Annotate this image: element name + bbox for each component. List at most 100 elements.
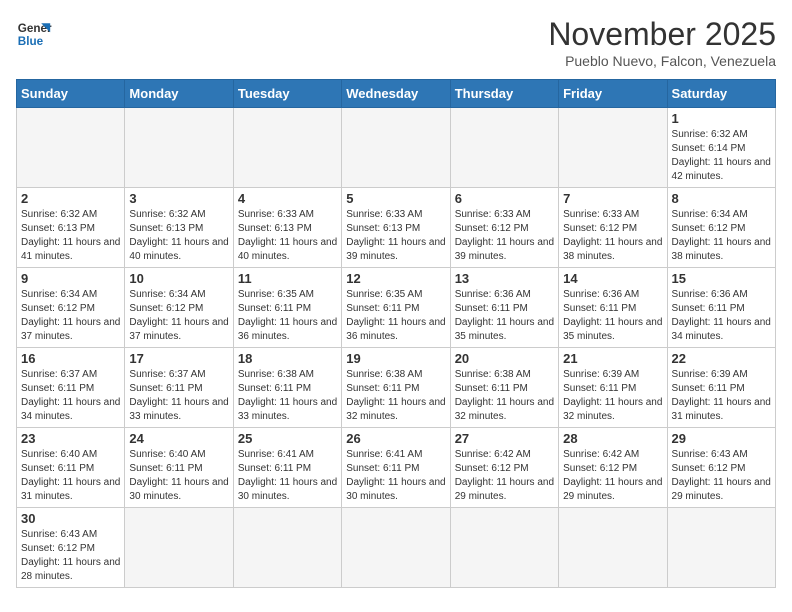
day-number: 4 (238, 191, 337, 206)
day-info: Sunrise: 6:35 AMSunset: 6:11 PMDaylight:… (346, 288, 445, 344)
calendar-day: 1 Sunrise: 6:32 AMSunset: 6:14 PMDaylight… (667, 108, 775, 188)
day-number: 14 (563, 271, 662, 286)
day-info: Sunrise: 6:38 AMSunset: 6:11 PMDaylight:… (346, 368, 445, 424)
empty-cell (559, 108, 667, 188)
logo-icon: General Blue (16, 16, 52, 52)
day-number: 6 (455, 191, 554, 206)
calendar-day: 18 Sunrise: 6:38 AMSunset: 6:11 PMDayligh… (233, 348, 341, 428)
title-area: November 2025 Pueblo Nuevo, Falcon, Vene… (548, 16, 776, 69)
weekday-header-row: Sunday Monday Tuesday Wednesday Thursday… (17, 80, 776, 108)
calendar-day: 4 Sunrise: 6:33 AMSunset: 6:13 PMDaylight… (233, 188, 341, 268)
day-number: 12 (346, 271, 445, 286)
calendar-week-row: 30Sunrise: 6:43 AMSunset: 6:12 PMDayligh… (17, 508, 776, 588)
calendar-day: 25Sunrise: 6:41 AMSunset: 6:11 PMDayligh… (233, 428, 341, 508)
empty-cell (233, 508, 341, 588)
calendar-day: 21 Sunrise: 6:39 AMSunset: 6:11 PMDayligh… (559, 348, 667, 428)
calendar-week-row: 23Sunrise: 6:40 AMSunset: 6:11 PMDayligh… (17, 428, 776, 508)
day-number: 15 (672, 271, 771, 286)
calendar-day: 30Sunrise: 6:43 AMSunset: 6:12 PMDayligh… (17, 508, 125, 588)
calendar-day: 6Sunrise: 6:33 AMSunset: 6:12 PMDaylight… (450, 188, 558, 268)
day-info: Sunrise: 6:43 AMSunset: 6:12 PMDaylight:… (672, 448, 771, 504)
day-number: 21 (563, 351, 662, 366)
empty-cell (17, 108, 125, 188)
calendar-day: 17 Sunrise: 6:37 AMSunset: 6:11 PMDayligh… (125, 348, 233, 428)
calendar-day: 27 Sunrise: 6:42 AMSunset: 6:12 PMDayligh… (450, 428, 558, 508)
day-info: Sunrise: 6:39 AMSunset: 6:11 PMDaylight:… (672, 368, 771, 424)
day-number: 8 (672, 191, 771, 206)
calendar-table: Sunday Monday Tuesday Wednesday Thursday… (16, 79, 776, 588)
col-saturday: Saturday (667, 80, 775, 108)
calendar-day: 29 Sunrise: 6:43 AMSunset: 6:12 PMDayligh… (667, 428, 775, 508)
day-number: 29 (672, 431, 771, 446)
day-info: Sunrise: 6:37 AMSunset: 6:11 PMDaylight:… (21, 368, 120, 424)
day-info: Sunrise: 6:33 AMSunset: 6:13 PMDaylight:… (238, 208, 337, 264)
day-number: 5 (346, 191, 445, 206)
calendar-week-row: 9Sunrise: 6:34 AMSunset: 6:12 PMDaylight… (17, 268, 776, 348)
calendar-day: 15 Sunrise: 6:36 AMSunset: 6:11 PMDayligh… (667, 268, 775, 348)
day-info: Sunrise: 6:32 AMSunset: 6:14 PMDaylight:… (672, 128, 771, 184)
day-number: 11 (238, 271, 337, 286)
col-thursday: Thursday (450, 80, 558, 108)
month-title: November 2025 (548, 16, 776, 53)
day-number: 24 (129, 431, 228, 446)
day-number: 22 (672, 351, 771, 366)
day-number: 17 (129, 351, 228, 366)
day-info: Sunrise: 6:32 AMSunset: 6:13 PMDaylight:… (21, 208, 120, 264)
day-info: Sunrise: 6:37 AMSunset: 6:11 PMDaylight:… (129, 368, 228, 424)
day-number: 28 (563, 431, 662, 446)
day-number: 18 (238, 351, 337, 366)
day-number: 1 (672, 111, 771, 126)
day-info: Sunrise: 6:42 AMSunset: 6:12 PMDaylight:… (563, 448, 662, 504)
empty-cell (125, 508, 233, 588)
day-info: Sunrise: 6:36 AMSunset: 6:11 PMDaylight:… (672, 288, 771, 344)
day-info: Sunrise: 6:42 AMSunset: 6:12 PMDaylight:… (455, 448, 554, 504)
calendar-day: 9Sunrise: 6:34 AMSunset: 6:12 PMDaylight… (17, 268, 125, 348)
calendar-day: 2 Sunrise: 6:32 AMSunset: 6:13 PMDaylight… (17, 188, 125, 268)
day-info: Sunrise: 6:38 AMSunset: 6:11 PMDaylight:… (238, 368, 337, 424)
day-number: 27 (455, 431, 554, 446)
col-wednesday: Wednesday (342, 80, 450, 108)
empty-cell (342, 108, 450, 188)
empty-cell (450, 508, 558, 588)
calendar-day: 26Sunrise: 6:41 AMSunset: 6:11 PMDayligh… (342, 428, 450, 508)
day-info: Sunrise: 6:33 AMSunset: 6:13 PMDaylight:… (346, 208, 445, 264)
calendar-day: 3 Sunrise: 6:32 AMSunset: 6:13 PMDaylight… (125, 188, 233, 268)
day-number: 7 (563, 191, 662, 206)
calendar-week-row: 2 Sunrise: 6:32 AMSunset: 6:13 PMDaylight… (17, 188, 776, 268)
day-info: Sunrise: 6:39 AMSunset: 6:11 PMDaylight:… (563, 368, 662, 424)
day-number: 30 (21, 511, 120, 526)
day-info: Sunrise: 6:35 AMSunset: 6:11 PMDaylight:… (238, 288, 337, 344)
svg-text:Blue: Blue (18, 35, 44, 48)
calendar-day: 5 Sunrise: 6:33 AMSunset: 6:13 PMDaylight… (342, 188, 450, 268)
day-info: Sunrise: 6:34 AMSunset: 6:12 PMDaylight:… (672, 208, 771, 264)
day-info: Sunrise: 6:38 AMSunset: 6:11 PMDaylight:… (455, 368, 554, 424)
calendar-day: 28 Sunrise: 6:42 AMSunset: 6:12 PMDayligh… (559, 428, 667, 508)
day-number: 2 (21, 191, 120, 206)
calendar-day: 19Sunrise: 6:38 AMSunset: 6:11 PMDayligh… (342, 348, 450, 428)
day-info: Sunrise: 6:33 AMSunset: 6:12 PMDaylight:… (563, 208, 662, 264)
calendar-week-row: 16Sunrise: 6:37 AMSunset: 6:11 PMDayligh… (17, 348, 776, 428)
day-info: Sunrise: 6:32 AMSunset: 6:13 PMDaylight:… (129, 208, 228, 264)
col-friday: Friday (559, 80, 667, 108)
col-monday: Monday (125, 80, 233, 108)
col-sunday: Sunday (17, 80, 125, 108)
day-number: 25 (238, 431, 337, 446)
calendar-day: 20Sunrise: 6:38 AMSunset: 6:11 PMDayligh… (450, 348, 558, 428)
day-info: Sunrise: 6:36 AMSunset: 6:11 PMDaylight:… (455, 288, 554, 344)
empty-cell (559, 508, 667, 588)
logo: General Blue (16, 16, 52, 52)
calendar-day: 7 Sunrise: 6:33 AMSunset: 6:12 PMDaylight… (559, 188, 667, 268)
calendar-day: 22 Sunrise: 6:39 AMSunset: 6:11 PMDayligh… (667, 348, 775, 428)
calendar-day: 13 Sunrise: 6:36 AMSunset: 6:11 PMDayligh… (450, 268, 558, 348)
calendar-day: 11 Sunrise: 6:35 AMSunset: 6:11 PMDayligh… (233, 268, 341, 348)
calendar-day: 24 Sunrise: 6:40 AMSunset: 6:11 PMDayligh… (125, 428, 233, 508)
day-info: Sunrise: 6:40 AMSunset: 6:11 PMDaylight:… (129, 448, 228, 504)
day-info: Sunrise: 6:34 AMSunset: 6:12 PMDaylight:… (21, 288, 120, 344)
day-number: 3 (129, 191, 228, 206)
day-number: 13 (455, 271, 554, 286)
calendar-day: 12 Sunrise: 6:35 AMSunset: 6:11 PMDayligh… (342, 268, 450, 348)
calendar-day: 14Sunrise: 6:36 AMSunset: 6:11 PMDayligh… (559, 268, 667, 348)
calendar-day: 16Sunrise: 6:37 AMSunset: 6:11 PMDayligh… (17, 348, 125, 428)
empty-cell (450, 108, 558, 188)
calendar-day: 10Sunrise: 6:34 AMSunset: 6:12 PMDayligh… (125, 268, 233, 348)
